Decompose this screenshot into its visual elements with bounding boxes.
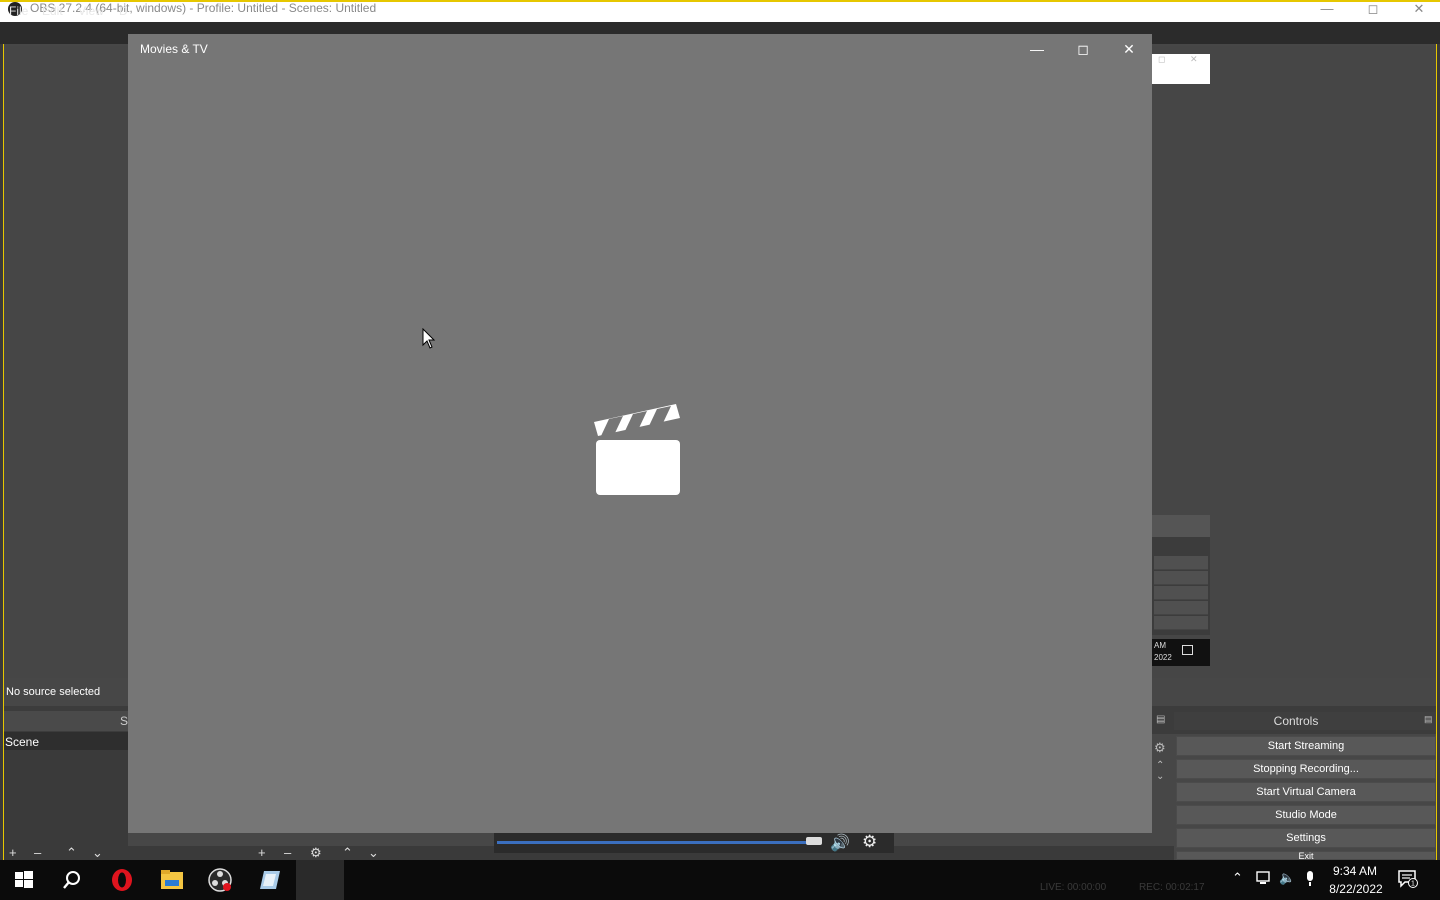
notification-count: 1 bbox=[1411, 881, 1415, 888]
scenes-dock-header bbox=[4, 711, 128, 731]
menu-view[interactable]: View bbox=[78, 4, 104, 18]
volume-icon[interactable]: 🔈 bbox=[1279, 870, 1295, 886]
source-down-icon[interactable]: ⌄ bbox=[368, 846, 379, 860]
move-down-icon[interactable]: ⌄ bbox=[92, 846, 103, 860]
no-source-selected-label: No source selected bbox=[6, 686, 101, 698]
speaker-icon[interactable]: 🔊 bbox=[830, 833, 850, 853]
movies-tv-icon[interactable] bbox=[246, 860, 294, 900]
controls-dock-title: Controls bbox=[1273, 714, 1319, 728]
opera-icon[interactable] bbox=[98, 860, 146, 900]
preview-nested-row bbox=[1154, 556, 1208, 570]
menu-docks[interactable]: D bbox=[119, 4, 128, 18]
search-icon[interactable] bbox=[48, 860, 96, 900]
movies-tv-minimize-icon[interactable]: — bbox=[1014, 36, 1060, 62]
nested-maximize-icon: ◻ bbox=[1158, 54, 1166, 64]
obs-minimize-icon[interactable]: — bbox=[1304, 0, 1350, 20]
movies-tv-close-icon[interactable]: ✕ bbox=[1106, 36, 1152, 62]
obs-icon[interactable] bbox=[196, 860, 244, 900]
file-explorer-icon[interactable] bbox=[148, 860, 196, 900]
scene-item-label: Scene bbox=[5, 735, 40, 749]
rec-status: REC: 00:02:17 bbox=[1138, 882, 1205, 893]
action-center-icon[interactable]: 1 bbox=[1398, 870, 1418, 888]
remove-scene-icon[interactable]: – bbox=[34, 846, 41, 860]
taskbar-clock-time[interactable]: 9:34 AM bbox=[1330, 864, 1380, 878]
preview-nested-date: 2022 bbox=[1154, 653, 1172, 662]
mouse-cursor-icon bbox=[422, 328, 436, 349]
dock-float-icon[interactable]: ▤ bbox=[1156, 714, 1165, 725]
preview-nested-header bbox=[1152, 515, 1210, 537]
controls-float-icon[interactable]: ▤ bbox=[1424, 714, 1433, 725]
menu-edit[interactable]: Edit bbox=[42, 4, 63, 18]
preview-nested-row bbox=[1154, 571, 1208, 585]
preview-nested-row bbox=[1154, 586, 1208, 600]
settings-button[interactable]: Settings bbox=[1176, 828, 1436, 848]
transitions-dock-edge: ▤ ⚙ ⌃ ⌄ bbox=[1152, 712, 1172, 782]
move-up-icon[interactable]: ⌃ bbox=[66, 846, 77, 860]
preview-nested-taskbar: AM 2022 bbox=[1152, 639, 1210, 666]
obs-maximize-icon[interactable]: ◻ bbox=[1350, 0, 1396, 20]
movies-tv-maximize-icon[interactable]: ◻ bbox=[1060, 36, 1106, 62]
start-streaming-button[interactable]: Start Streaming bbox=[1176, 736, 1436, 756]
source-settings-icon[interactable]: ⚙ bbox=[310, 846, 322, 860]
add-scene-icon[interactable]: + bbox=[9, 846, 17, 860]
clapperboard-icon bbox=[594, 404, 680, 495]
transition-gear-icon[interactable]: ⚙ bbox=[1154, 740, 1166, 756]
stop-recording-button[interactable]: Stopping Recording... bbox=[1176, 759, 1436, 779]
transition-stepper-icon[interactable]: ⌃ ⌄ bbox=[1156, 760, 1164, 782]
exit-button[interactable]: Exit bbox=[1176, 851, 1436, 860]
volume-slider-track[interactable] bbox=[497, 841, 813, 844]
microphone-icon[interactable] bbox=[1304, 871, 1316, 890]
preview-nested-row bbox=[1154, 616, 1208, 630]
taskbar-active-slot[interactable] bbox=[296, 860, 344, 900]
volume-slider-handle[interactable] bbox=[806, 837, 822, 845]
source-up-icon[interactable]: ⌃ bbox=[342, 846, 353, 860]
remove-source-icon[interactable]: – bbox=[284, 846, 291, 860]
network-icon[interactable] bbox=[1256, 871, 1272, 888]
studio-mode-button[interactable]: Studio Mode bbox=[1176, 805, 1436, 825]
menu-file[interactable]: File bbox=[9, 4, 28, 18]
obs-close-icon[interactable]: ✕ bbox=[1396, 0, 1440, 20]
tray-chevron-up-icon[interactable]: ⌃ bbox=[1232, 870, 1243, 886]
preview-nested-time: AM bbox=[1154, 641, 1166, 650]
scenes-list bbox=[4, 750, 128, 846]
preview-nested-row bbox=[1154, 601, 1208, 615]
windows-start-icon[interactable] bbox=[0, 860, 48, 900]
preview-nested-window: ◻ ✕ bbox=[1152, 54, 1210, 84]
movies-tv-title: Movies & TV bbox=[140, 42, 208, 56]
taskbar-clock-date[interactable]: 8/22/2022 bbox=[1326, 882, 1386, 896]
scenes-dock-title: S bbox=[120, 714, 129, 728]
preview-nested-notification-icon bbox=[1182, 645, 1193, 655]
start-virtual-camera-button[interactable]: Start Virtual Camera bbox=[1176, 782, 1436, 802]
nested-close-icon: ✕ bbox=[1190, 54, 1198, 64]
live-status: LIVE: 00:00:00 bbox=[1040, 882, 1107, 893]
mixer-gear-icon[interactable]: ⚙ bbox=[862, 832, 877, 852]
obs-status-ghost: LIVE: 00:00:00 REC: 00:02:17 bbox=[1040, 882, 1205, 893]
add-source-icon[interactable]: + bbox=[258, 846, 266, 860]
